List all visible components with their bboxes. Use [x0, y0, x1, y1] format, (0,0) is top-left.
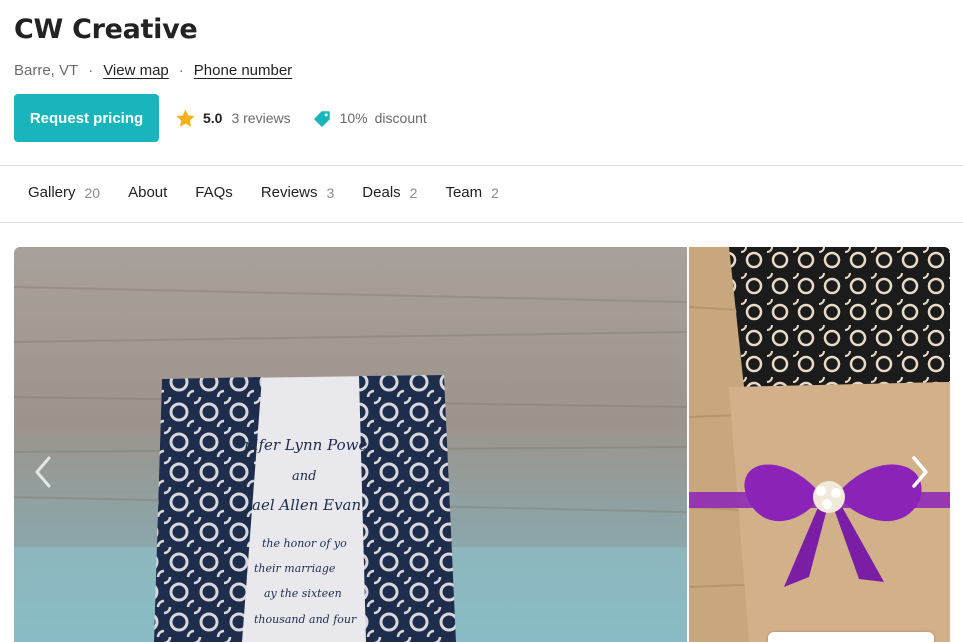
action-row: Request pricing 5.0 3 reviews 10% discou… [14, 94, 427, 142]
section-tabs: Gallery 20 About FAQs Reviews 3 Deals 2 … [28, 184, 527, 201]
tab-count: 2 [491, 184, 499, 201]
svg-text:their marriage: their marriage [254, 562, 336, 575]
rating-reviews: 3 reviews [231, 110, 291, 126]
tab-label: Reviews [260, 184, 318, 201]
tab-count: 2 [409, 184, 418, 201]
photo-gallery: nifer Lynn Power and ael Allen Evan the … [14, 247, 950, 642]
discount-badge: 10% discount [313, 110, 427, 127]
tab-label: FAQs [195, 184, 233, 201]
phone-number-link[interactable]: Phone number [194, 62, 292, 79]
svg-text:thousand and four: thousand and four [254, 613, 357, 626]
meta-separator: · [88, 62, 94, 79]
svg-text:and: and [292, 469, 316, 484]
vendor-title: CW Creative [14, 14, 198, 45]
gallery-next-button[interactable] [905, 450, 935, 494]
tab-count: 20 [84, 184, 101, 201]
svg-text:ay the sixteen: ay the sixteen [264, 587, 342, 600]
tab-about[interactable]: About [128, 184, 167, 201]
tab-gallery[interactable]: Gallery 20 [28, 184, 100, 201]
gallery-overlay-chip[interactable] [768, 632, 934, 642]
divider [0, 222, 963, 223]
invitation-photo: nifer Lynn Power and ael Allen Evan the … [14, 247, 688, 642]
tab-label: About [128, 184, 168, 201]
gallery-photo-side[interactable] [689, 247, 950, 642]
chevron-right-icon [912, 456, 928, 488]
tab-label: Gallery [28, 184, 76, 201]
tab-deals[interactable]: Deals 2 [362, 184, 417, 201]
tab-count: 3 [326, 184, 335, 201]
meta-separator: · [178, 62, 184, 79]
discount-label: discount [374, 110, 427, 126]
vendor-meta: Barre, VT · View map · Phone number [14, 62, 292, 79]
view-map-link[interactable]: View map [103, 62, 169, 79]
discount-percent: 10% [339, 110, 368, 126]
divider [0, 165, 963, 166]
svg-text:ael Allen Evan: ael Allen Evan [252, 496, 361, 514]
chevron-left-icon [35, 456, 51, 488]
gallery-prev-button[interactable] [28, 450, 58, 494]
vendor-location: Barre, VT [14, 62, 79, 79]
tab-team[interactable]: Team 2 [445, 184, 498, 201]
star-icon [176, 109, 195, 127]
ribbon-invitation-photo [689, 247, 950, 642]
svg-text:the honor of yo: the honor of yo [262, 537, 347, 550]
rating-score: 5.0 [203, 110, 223, 126]
svg-text:nifer Lynn Power: nifer Lynn Power [244, 436, 375, 454]
gallery-photo-main[interactable]: nifer Lynn Power and ael Allen Evan the … [14, 247, 688, 642]
tab-reviews[interactable]: Reviews 3 [261, 184, 334, 201]
rating-summary[interactable]: 5.0 3 reviews [175, 108, 291, 129]
tab-label: Team [445, 184, 483, 201]
tab-label: Deals [362, 184, 401, 201]
request-pricing-button[interactable]: Request pricing [14, 94, 159, 142]
discount-tag-icon [313, 110, 330, 127]
tab-faqs[interactable]: FAQs [195, 184, 233, 201]
